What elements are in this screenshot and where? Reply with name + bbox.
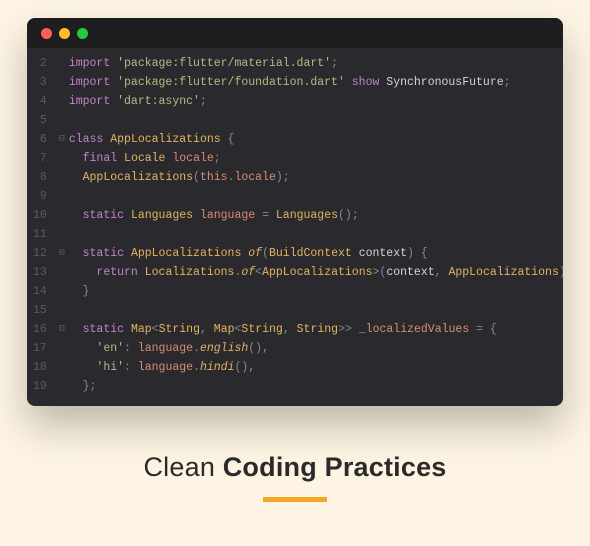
fold-spacer — [55, 73, 69, 92]
code-line: 'en': language.english(), — [69, 339, 553, 358]
line-number: 5 — [33, 111, 47, 130]
code-line — [69, 187, 553, 206]
line-number: 13 — [33, 263, 47, 282]
line-number: 9 — [33, 187, 47, 206]
close-icon[interactable] — [41, 28, 52, 39]
caption-light: Clean — [143, 452, 222, 482]
fold-spacer — [55, 282, 69, 301]
fold-spacer — [55, 377, 69, 396]
code-line: static AppLocalizations of(BuildContext … — [69, 244, 553, 263]
line-number: 17 — [33, 339, 47, 358]
code-line: static Map<String, Map<String, String>> … — [69, 320, 553, 339]
line-number: 18 — [33, 358, 47, 377]
fold-spacer — [55, 301, 69, 320]
line-number: 4 — [33, 92, 47, 111]
fold-gutter: ⊟ ⊟ ⊟ — [55, 54, 69, 396]
code-line: AppLocalizations(this.locale); — [69, 168, 553, 187]
maximize-icon[interactable] — [77, 28, 88, 39]
line-number: 10 — [33, 206, 47, 225]
code-line: import 'dart:async'; — [69, 92, 553, 111]
code-area: 2345678910111213141516171819 ⊟ ⊟ ⊟ import … — [27, 48, 563, 406]
fold-spacer — [55, 54, 69, 73]
fold-toggle-icon[interactable]: ⊟ — [55, 130, 69, 149]
code-line: return Localizations.of<AppLocalizations… — [69, 263, 553, 282]
line-number: 6 — [33, 130, 47, 149]
fold-spacer — [55, 111, 69, 130]
window-titlebar — [27, 18, 563, 48]
line-number: 11 — [33, 225, 47, 244]
code-line — [69, 301, 553, 320]
code-line — [69, 225, 553, 244]
code-content[interactable]: import 'package:flutter/material.dart';i… — [69, 54, 563, 396]
line-number: 2 — [33, 54, 47, 73]
fold-spacer — [55, 339, 69, 358]
code-line: import 'package:flutter/foundation.dart'… — [69, 73, 553, 92]
code-line — [69, 111, 553, 130]
line-number: 8 — [33, 168, 47, 187]
fold-spacer — [55, 225, 69, 244]
fold-spacer — [55, 168, 69, 187]
line-number-gutter: 2345678910111213141516171819 — [27, 54, 55, 396]
line-number: 3 — [33, 73, 47, 92]
code-line: class AppLocalizations { — [69, 130, 553, 149]
fold-toggle-icon[interactable]: ⊟ — [55, 244, 69, 263]
code-line: }; — [69, 377, 553, 396]
line-number: 7 — [33, 149, 47, 168]
fold-toggle-icon[interactable]: ⊟ — [55, 320, 69, 339]
line-number: 14 — [33, 282, 47, 301]
fold-spacer — [55, 149, 69, 168]
line-number: 19 — [33, 377, 47, 396]
fold-spacer — [55, 187, 69, 206]
line-number: 12 — [33, 244, 47, 263]
caption-text: Clean Coding Practices — [143, 452, 446, 483]
fold-spacer — [55, 206, 69, 225]
line-number: 16 — [33, 320, 47, 339]
code-line: 'hi': language.hindi(), — [69, 358, 553, 377]
minimize-icon[interactable] — [59, 28, 70, 39]
code-line: final Locale locale; — [69, 149, 553, 168]
caption-underline — [263, 497, 327, 502]
code-editor-window: 2345678910111213141516171819 ⊟ ⊟ ⊟ import … — [27, 18, 563, 406]
code-line: } — [69, 282, 553, 301]
fold-spacer — [55, 92, 69, 111]
code-line: static Languages language = Languages(); — [69, 206, 553, 225]
fold-spacer — [55, 263, 69, 282]
line-number: 15 — [33, 301, 47, 320]
code-line: import 'package:flutter/material.dart'; — [69, 54, 553, 73]
fold-spacer — [55, 358, 69, 377]
caption-bold: Coding Practices — [223, 452, 447, 482]
